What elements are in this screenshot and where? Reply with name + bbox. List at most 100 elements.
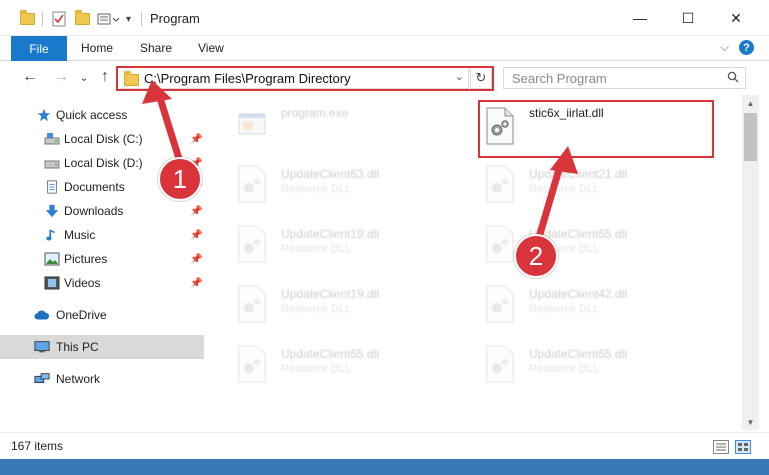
scroll-down-icon[interactable]: ▼ [742, 414, 759, 430]
exe-icon [238, 113, 266, 135]
file-name: UpdateClient19.dll [281, 227, 380, 241]
dll-gear-icon [486, 285, 514, 323]
details-view-icon[interactable] [713, 440, 729, 454]
scroll-up-icon[interactable]: ▲ [742, 95, 759, 111]
file-type: Resource DLL [529, 303, 600, 315]
sidebar-item-label: Videos [64, 276, 101, 290]
file-item[interactable]: UpdateClient65.dll Resource DLL [485, 341, 725, 397]
item-count: 167 items [11, 439, 64, 453]
sidebar-item-label: Documents [64, 180, 125, 194]
sidebar-item-label: Local Disk (D:) [64, 156, 143, 170]
sidebar-item-label: Local Disk (C:) [64, 132, 143, 146]
file-type: Resource DLL [281, 243, 352, 255]
sidebar-item-music[interactable]: Music 📌 [0, 223, 204, 247]
sidebar-item-label: Pictures [64, 252, 108, 266]
file-name: UpdateClient19.dll [281, 287, 380, 301]
tab-home[interactable]: Home [81, 41, 113, 55]
expand-ribbon-icon[interactable]: ⌵ [720, 40, 729, 55]
document-icon [47, 180, 57, 194]
divider [42, 12, 43, 26]
file-type: Resource DLL [281, 303, 352, 315]
sidebar-item-videos[interactable]: Videos 📌 [0, 271, 204, 295]
pin-icon[interactable]: 📌 [190, 206, 202, 217]
pin-icon[interactable]: 📌 [190, 230, 202, 241]
sidebar-item-this-pc[interactable]: This PC [0, 335, 204, 359]
close-button[interactable]: ✕ [713, 0, 759, 36]
dll-gear-icon [486, 225, 514, 263]
sidebar-item-label: Music [64, 228, 96, 242]
status-bar: 167 items [0, 432, 769, 459]
file-name: program.exe [281, 106, 349, 120]
pin-icon[interactable]: 📌 [190, 278, 202, 289]
pin-icon[interactable]: 📌 [190, 134, 202, 145]
file-name: UpdateClient21.dll [529, 167, 628, 181]
file-item[interactable]: UpdateClient42.dll Resource DLL [485, 281, 725, 337]
dll-gear-icon [238, 345, 266, 383]
search-placeholder: Search Program [512, 71, 607, 86]
sidebar-item-label: Network [56, 372, 101, 386]
properties-icon[interactable] [52, 9, 66, 29]
maximize-button[interactable]: ☐ [665, 0, 711, 36]
file-type: Resource DLL [529, 363, 600, 375]
vertical-scrollbar[interactable]: ▲ ▼ [742, 95, 759, 430]
customize-toolbar-icon[interactable] [97, 9, 121, 29]
file-type: Resource DLL [529, 183, 600, 195]
sidebar-item-label: Quick access [56, 108, 128, 122]
minimize-button[interactable]: — [617, 0, 663, 36]
up-button[interactable]: ↑ [94, 66, 116, 88]
sidebar-item-label: OneDrive [56, 308, 107, 322]
new-folder-icon[interactable] [75, 9, 90, 29]
file-item[interactable]: UpdateClient63.dll Resource DLL [237, 161, 477, 217]
sidebar-item-label: Downloads [64, 204, 124, 218]
step-1-marker: 1 [158, 157, 202, 201]
title-bar: ▾ Program — ☐ ✕ [0, 0, 769, 36]
file-name: UpdateClient65.dll [281, 347, 380, 361]
picture-icon [44, 252, 60, 266]
search-input[interactable]: Search Program [503, 67, 746, 89]
address-highlight-box [116, 66, 494, 91]
file-item[interactable]: UpdateClient21.dll Resource DLL [485, 161, 725, 217]
dll-gear-icon [238, 165, 266, 203]
file-highlight-box [478, 100, 714, 158]
help-icon[interactable]: ? [739, 40, 754, 55]
divider [141, 12, 142, 26]
search-icon [727, 71, 739, 83]
drive-icon [44, 133, 60, 145]
scroll-thumb[interactable] [744, 113, 757, 161]
computer-icon [34, 341, 50, 353]
file-item-program-exe[interactable]: program.exe [237, 100, 477, 156]
forward-button[interactable]: → [50, 66, 72, 88]
tab-file[interactable]: File [11, 36, 67, 61]
step-2-marker: 2 [514, 234, 558, 278]
dll-gear-icon [238, 225, 266, 263]
pin-icon[interactable]: 📌 [190, 254, 202, 265]
file-item[interactable]: UpdateClient65.dll Resource DLL [237, 341, 477, 397]
dll-gear-icon [486, 165, 514, 203]
file-name: UpdateClient42.dll [529, 287, 628, 301]
video-icon [44, 276, 60, 290]
tab-share[interactable]: Share [140, 41, 172, 55]
sidebar-item-quick-access[interactable]: Quick access [0, 103, 204, 127]
cloud-icon [34, 310, 50, 320]
tab-view[interactable]: View [198, 41, 224, 55]
back-button[interactable]: ← [19, 66, 41, 88]
folder-icon [20, 9, 35, 29]
sidebar-item-local-disk-c[interactable]: Local Disk (C:) 📌 [0, 127, 204, 151]
large-icons-view-icon[interactable] [735, 440, 751, 454]
sidebar-item-onedrive[interactable]: OneDrive [0, 303, 204, 327]
sidebar-item-downloads[interactable]: Downloads 📌 [0, 199, 204, 223]
sidebar-item-network[interactable]: Network [0, 367, 204, 391]
star-icon [37, 108, 51, 122]
file-name: UpdateClient65.dll [529, 347, 628, 361]
file-item[interactable]: UpdateClient19.dll Resource DLL [237, 221, 477, 277]
quick-access-dropdown-icon[interactable]: ▾ [126, 9, 131, 29]
ribbon-tabs: File Home Share View ⌵ ? [0, 36, 769, 61]
download-icon [45, 204, 59, 218]
network-icon [34, 373, 50, 383]
dll-gear-icon [238, 285, 266, 323]
file-item[interactable]: UpdateClient19.dll Resource DLL [237, 281, 477, 337]
dll-gear-icon [486, 345, 514, 383]
sidebar-item-pictures[interactable]: Pictures 📌 [0, 247, 204, 271]
file-type: Resource DLL [281, 183, 352, 195]
recent-locations-button[interactable]: ⌄ [73, 66, 95, 88]
